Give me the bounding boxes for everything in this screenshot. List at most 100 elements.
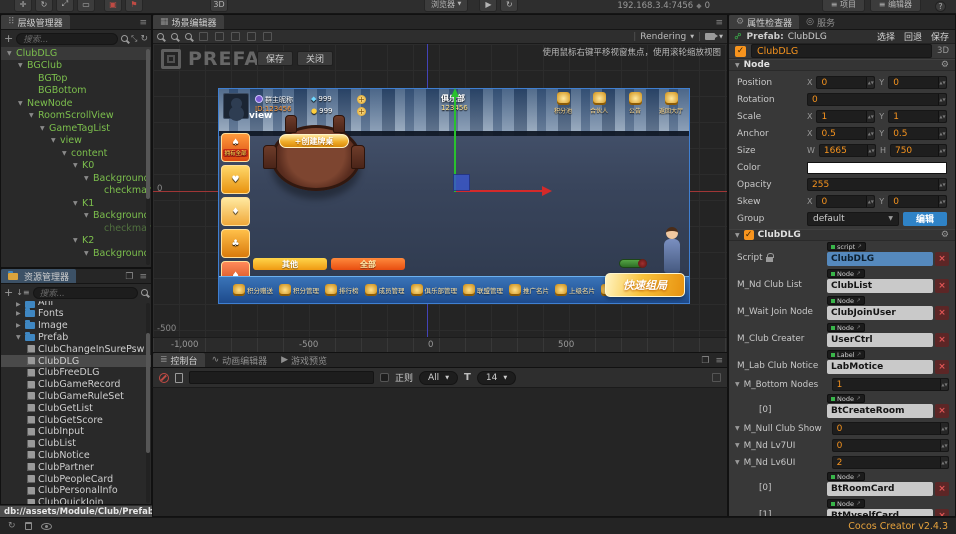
tab-animation-editor[interactable]: ∿动画编辑器 — [205, 353, 275, 367]
club-menu-item[interactable]: 上级名片 — [555, 284, 595, 296]
prefab-save-button[interactable]: 保存 — [931, 30, 949, 43]
sort-icon[interactable]: ↓≡ — [16, 288, 29, 297]
asset-item[interactable]: ClubPeopleCard — [1, 473, 151, 485]
remove-button[interactable]: × — [935, 306, 949, 320]
reference-field[interactable]: BtCreateRoom — [827, 404, 933, 418]
tab-services[interactable]: ◎服务 — [799, 15, 842, 29]
hierarchy-search-input[interactable]: 搜索... — [16, 33, 118, 45]
tab-assets[interactable]: 资源管理器 — [1, 269, 76, 283]
stepper-icon[interactable]: ▲▼ — [940, 423, 948, 434]
scene-canvas[interactable]: 使用鼠标右键平移视窗焦点，使用滚轮缩放视图 PREFAB 保存 关闭 0 -50… — [153, 44, 727, 337]
log-file-icon[interactable] — [175, 373, 183, 383]
rect-tool-icon[interactable]: ▭ — [77, 0, 95, 12]
asset-item[interactable]: ClubNotice — [1, 450, 151, 462]
game-tag-tile[interactable]: ♣ — [221, 229, 250, 258]
collapse-arrow-icon[interactable]: ▼ — [735, 232, 740, 239]
font-size-dropdown[interactable]: 14▼ — [477, 371, 516, 385]
scale-tool-icon[interactable]: ⤢ — [56, 0, 74, 12]
tree-node[interactable]: ▼GameTagList — [1, 122, 151, 135]
align-icon[interactable] — [263, 32, 272, 41]
tab-scene-editor[interactable]: ▦场景编辑器 — [153, 15, 224, 29]
gear-icon[interactable]: ⚙ — [941, 60, 949, 70]
rendering-dropdown[interactable]: Rendering — [640, 32, 686, 42]
help-button[interactable]: ? — [935, 1, 946, 12]
sync-icon[interactable]: ↻ — [8, 521, 16, 531]
prefab-save-button[interactable]: 保存 — [257, 51, 293, 66]
club-topbar-button[interactable]: 积分池 — [549, 92, 577, 115]
dock-icon[interactable]: ❐ — [701, 356, 709, 366]
asset-item[interactable]: ClubGameRecord — [1, 379, 151, 391]
clear-console-icon[interactable] — [159, 373, 169, 383]
locate-icon[interactable]: ⤡ — [131, 34, 137, 44]
tree-node[interactable]: checkmark — [1, 222, 151, 235]
expand-arrow-icon[interactable]: ▼ — [18, 100, 27, 107]
tree-node[interactable]: ▼K0 — [1, 160, 151, 173]
create-asset-button[interactable]: + — [4, 288, 13, 298]
expand-arrow-icon[interactable]: ▼ — [40, 125, 49, 132]
game-tag-tile[interactable]: ♦ — [221, 197, 250, 226]
expand-arrow-icon[interactable]: ▼ — [84, 175, 93, 182]
expand-arrow-icon[interactable]: ▼ — [7, 50, 16, 57]
scale-x-input[interactable]: 1▲▼ — [816, 110, 875, 123]
camera-icon[interactable] — [705, 33, 715, 40]
panel-menu-icon[interactable]: ≡ — [715, 18, 723, 28]
tab-inspector[interactable]: ⚙属性检查器 — [729, 15, 799, 29]
club-menu-item[interactable]: 积分赠送 — [233, 284, 273, 296]
array-size-input[interactable]: 2▲▼ — [832, 456, 949, 469]
club-menu-item[interactable]: 俱乐部管理 — [411, 284, 458, 296]
asset-item[interactable]: ▶Ani — [1, 301, 151, 308]
club-topbar-button[interactable]: 返回大厅 — [657, 92, 685, 115]
collapse-arrow-icon[interactable]: ▼ — [735, 442, 740, 449]
move-tool-icon[interactable]: ✛ — [14, 0, 32, 12]
remove-button[interactable]: × — [935, 482, 949, 496]
color-swatch[interactable] — [807, 162, 947, 174]
reference-field[interactable]: BtRoomCard — [827, 482, 933, 496]
club-menu-item[interactable]: 成员管理 — [365, 284, 405, 296]
skew-y-input[interactable]: 0▲▼ — [888, 195, 947, 208]
game-tag-tile[interactable]: ♠拥有全部 — [221, 133, 250, 162]
club-menu-item[interactable]: 排行榜 — [325, 284, 359, 296]
asset-item[interactable]: ClubGetList — [1, 402, 151, 414]
trash-icon[interactable] — [25, 522, 32, 530]
tree-node[interactable]: ▼NewNode — [1, 97, 151, 110]
refresh-button[interactable]: ↻ — [500, 0, 518, 12]
expand-arrow-icon[interactable]: ▼ — [84, 250, 93, 257]
component-enabled-checkbox[interactable]: ✓ — [744, 230, 754, 240]
game-tag-tile[interactable]: ♥ — [221, 165, 250, 194]
opacity-input[interactable]: 255▲▼ — [807, 178, 947, 191]
array-size-input[interactable]: 1▲▼ — [832, 378, 949, 391]
expand-arrow-icon[interactable]: ▶ — [16, 310, 25, 317]
remove-button[interactable]: × — [935, 360, 949, 374]
asset-item[interactable]: ClubGetScore — [1, 414, 151, 426]
expand-arrow-icon[interactable]: ▼ — [73, 237, 82, 244]
tree-node[interactable]: ▼view — [1, 135, 151, 148]
asset-item[interactable]: ClubChangeInSurePsw — [1, 343, 151, 355]
asset-item[interactable]: ClubList — [1, 438, 151, 450]
tree-node[interactable]: checkmark — [1, 185, 151, 198]
reference-field[interactable]: ClubJoinUser — [827, 306, 933, 320]
anchor-x-input[interactable]: 0.5▲▼ — [816, 127, 875, 140]
stepper-icon[interactable]: ▲▼ — [940, 457, 948, 468]
expand-arrow-icon[interactable]: ▼ — [73, 200, 82, 207]
panel-menu-icon[interactable]: ≡ — [139, 272, 147, 282]
align-icon[interactable] — [199, 32, 208, 41]
node-name-input[interactable]: ClubDLG — [751, 44, 932, 58]
node-section-header[interactable]: ▼ Node ⚙ — [729, 59, 955, 71]
tree-node[interactable]: ▼Background — [1, 172, 151, 185]
asset-item[interactable]: ClubInput — [1, 426, 151, 438]
remove-button[interactable]: × — [935, 509, 949, 517]
club-menu-item[interactable]: 推广名片 — [509, 284, 549, 296]
stepper-icon[interactable]: ▲▼ — [940, 440, 948, 451]
asset-item[interactable]: ClubFreeDLG — [1, 367, 151, 379]
assets-scrollbar[interactable] — [146, 303, 150, 503]
anchor-y-input[interactable]: 0.5▲▼ — [888, 127, 947, 140]
quick-start-button[interactable]: 快速组局 — [605, 273, 685, 297]
log-level-dropdown[interactable]: All▼ — [419, 371, 458, 385]
asset-item[interactable]: ▶Image — [1, 320, 151, 332]
expand-arrow-icon[interactable]: ▼ — [29, 112, 38, 119]
expand-arrow-icon[interactable]: ▶ — [16, 301, 25, 308]
open-project-button[interactable]: ≡ 项目 — [822, 0, 865, 12]
position-x-input[interactable]: 0▲▼ — [816, 76, 875, 89]
reference-field[interactable]: ClubList — [827, 279, 933, 293]
expand-arrow-icon[interactable]: ▼ — [62, 150, 71, 157]
